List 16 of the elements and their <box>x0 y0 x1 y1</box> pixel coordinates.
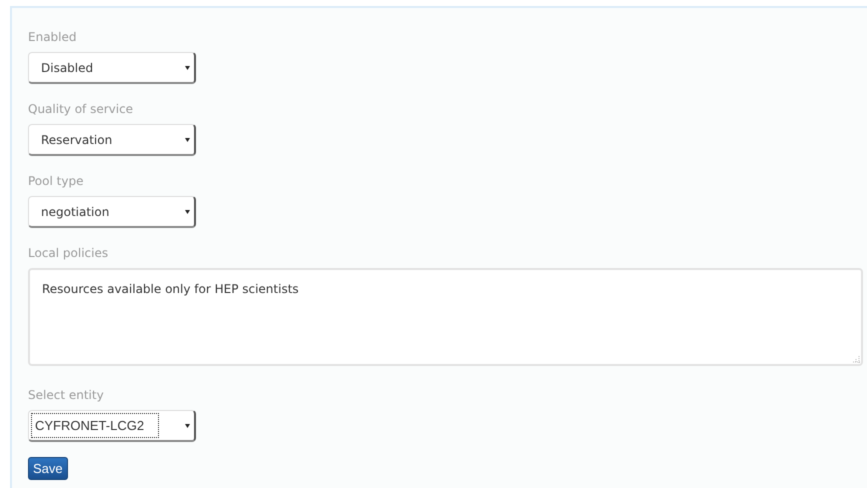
caret-icon <box>185 138 190 142</box>
field-label: Pool type <box>28 174 84 188</box>
field-label: Enabled <box>28 30 76 44</box>
field-label: Select entity <box>28 388 104 402</box>
dropdown[interactable]: CYFRONET-LCG2 <box>28 410 196 442</box>
resize-grip-icon <box>853 356 860 363</box>
caret-icon <box>185 66 190 70</box>
caret-icon <box>185 210 190 214</box>
field-label: Local policies <box>28 246 108 260</box>
dropdown[interactable]: Disabled <box>28 52 196 84</box>
caret-icon <box>185 424 190 428</box>
dropdown[interactable]: negotiation <box>28 196 196 228</box>
save-button[interactable]: Save <box>28 457 68 480</box>
dropdown[interactable]: Reservation <box>28 124 196 156</box>
field-label: Quality of service <box>28 102 134 116</box>
text-area[interactable]: Resources available only for HEP scientists <box>28 268 863 366</box>
